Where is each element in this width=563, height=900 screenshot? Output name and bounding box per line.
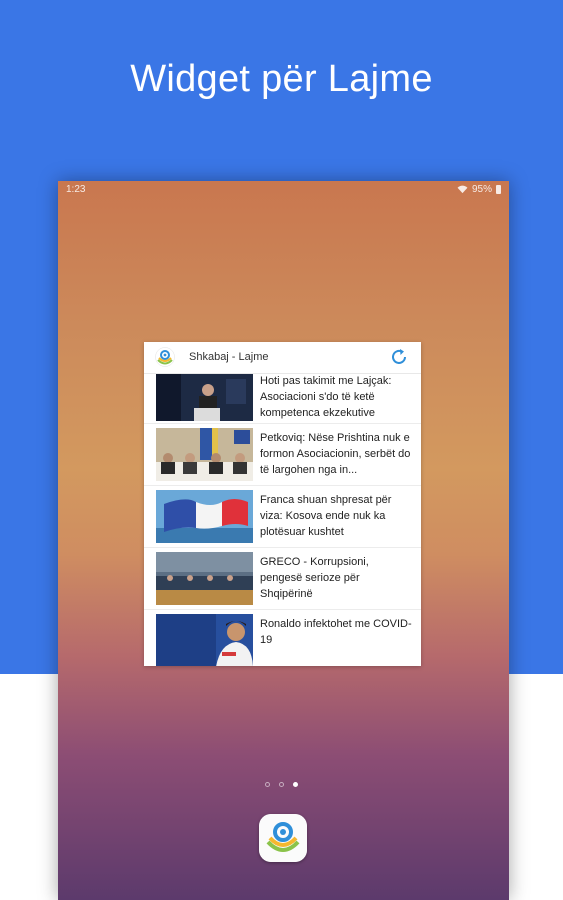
shkabaj-app-icon[interactable] [259,814,307,862]
news-headline: Petkoviq: Nëse Prishtina nuk e formon As… [260,432,411,476]
page-dot[interactable] [279,782,284,787]
page-dot[interactable] [265,782,270,787]
news-headline: Ronaldo infektohet me COVID-19 [260,618,412,646]
battery-level: 95% [471,184,492,195]
news-widget[interactable]: Shkabaj - Lajme Hoti pas takimit me Lajç… [144,342,421,666]
news-item[interactable]: GRECO - Korrupsioni, pengesë serioze për… [144,548,421,610]
promo-headline: Widget për Lajme [130,58,433,100]
flag-icon [156,490,253,543]
page-dot-active[interactable] [293,782,298,787]
refresh-icon[interactable] [389,347,409,367]
widget-header: Shkabaj - Lajme [144,342,421,374]
press-conference-icon [156,374,253,421]
meeting-icon [156,428,253,481]
news-headline: GRECO - Korrupsioni, pengesë serioze për… [260,556,369,600]
news-item[interactable]: Ronaldo infektohet me COVID-19 [144,610,421,666]
tablet-screen: 1:23 95% Shkabaj - Lajme Hoti pas takimi… [58,181,509,900]
widget-title: Shkabaj - Lajme [189,351,269,363]
battery-icon [496,185,501,194]
football-player-icon [156,614,253,666]
news-item[interactable]: Petkoviq: Nëse Prishtina nuk e formon As… [144,424,421,486]
news-headline: Hoti pas takimit me Lajçak: Asociacioni … [260,375,392,419]
news-item[interactable]: Franca shuan shpresat për viza: Kosova e… [144,486,421,548]
status-time: 1:23 [66,184,86,195]
page-indicator [265,782,298,787]
status-icons: 95% [457,184,501,195]
shkabaj-logo-icon[interactable] [155,347,175,367]
wifi-icon [457,185,468,194]
news-item[interactable]: Hoti pas takimit me Lajçak: Asociacioni … [144,374,421,424]
assembly-icon [156,552,253,605]
news-list: Hoti pas takimit me Lajçak: Asociacioni … [144,374,421,666]
news-headline: Franca shuan shpresat për viza: Kosova e… [260,494,392,538]
status-bar: 1:23 95% [58,181,509,199]
